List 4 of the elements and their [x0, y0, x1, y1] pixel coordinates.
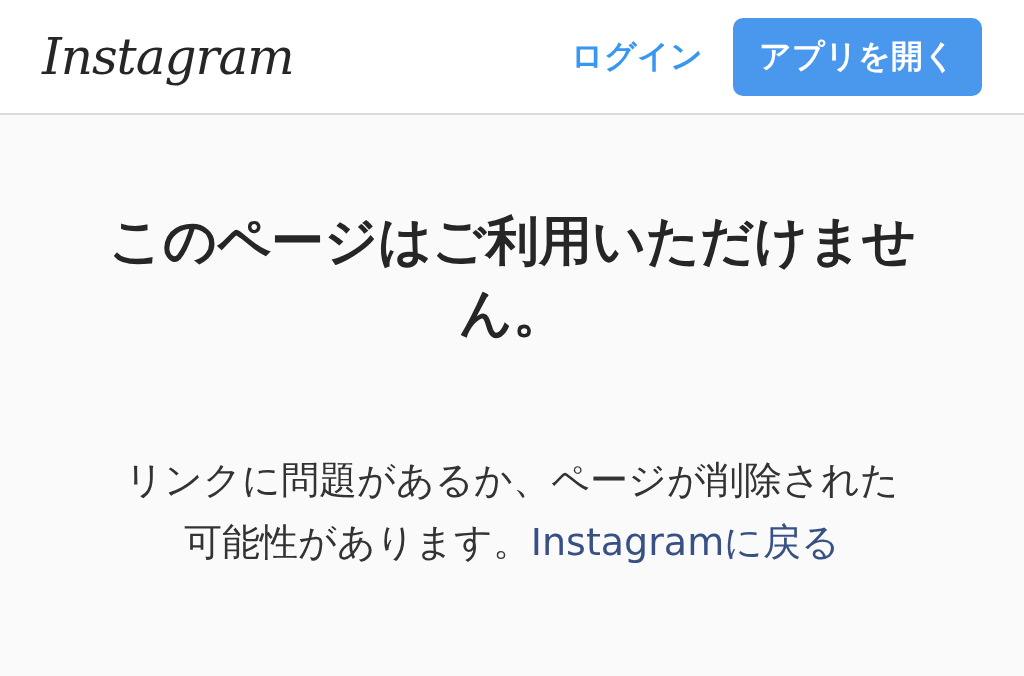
error-message: リンクに問題があるか、ページが削除された可能性があります。Instagramに戻る: [124, 457, 900, 566]
logo[interactable]: Instagram: [42, 27, 294, 86]
back-link[interactable]: Instagramに戻る: [530, 520, 841, 564]
page-title: このページはご利用いただけません。: [107, 209, 917, 345]
